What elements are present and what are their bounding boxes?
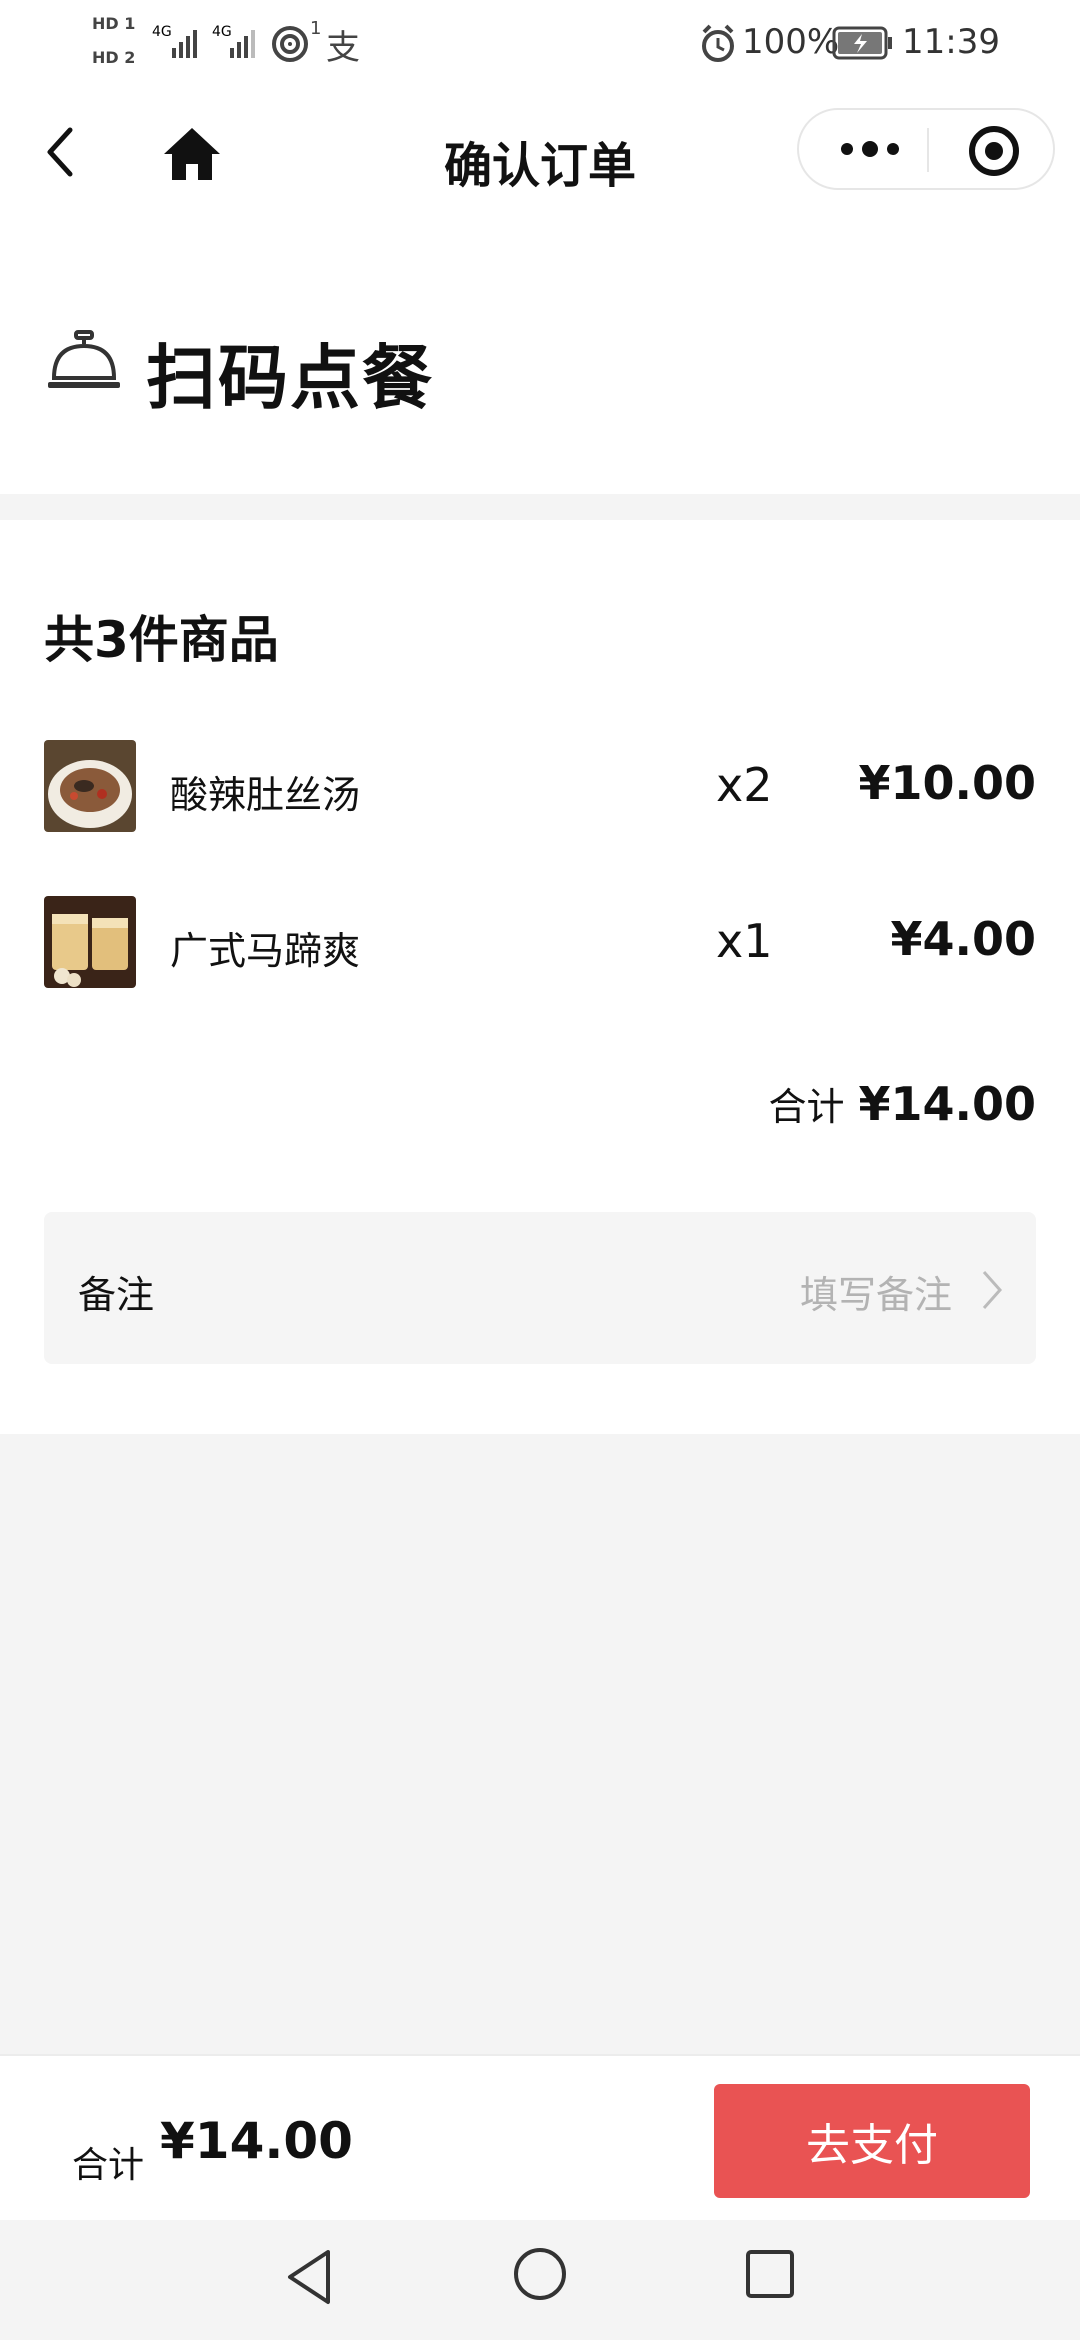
item-name: 酸辣肚丝汤 [170, 773, 361, 817]
pay-total-value: ¥14.00 [160, 2112, 353, 2170]
item-qty: x1 [716, 914, 773, 968]
scan-title: 扫码点餐 [146, 337, 434, 419]
note-row[interactable]: 备注 填写备注 [44, 1212, 1036, 1364]
item-price: ¥10.00 [858, 756, 1036, 810]
hd2-label: HD 2 [92, 48, 136, 67]
more-icon[interactable] [833, 128, 907, 170]
clock: 11:39 [902, 22, 1000, 62]
pay-total-label: 合计 [72, 2145, 145, 2186]
hd1-label: HD 1 [92, 14, 136, 33]
note-label: 备注 [78, 1273, 155, 1317]
signal-icon: 4G 4G [150, 20, 270, 68]
items-count: 共3件商品 [44, 611, 279, 669]
drink-thumbnail [44, 896, 136, 988]
nav-bar: 确认订单 [0, 88, 1080, 218]
status-bar: HD 1 HD 2 4G 4G 1 支 100% 11:39 [0, 0, 1080, 88]
item-qty: x2 [716, 758, 773, 812]
net2-text: 4G [212, 24, 232, 40]
recents-square-icon[interactable] [742, 2246, 798, 2302]
net1-text: 4G [152, 24, 172, 40]
list-item: 酸辣肚丝汤 x2 ¥10.00 [0, 740, 1080, 832]
pay-button[interactable]: 去支付 [714, 2084, 1030, 2198]
back-triangle-icon[interactable] [282, 2246, 336, 2308]
order-card: 共3件商品 酸辣肚丝汤 x2 ¥10.00 广式马蹄爽 x1 ¥4.00 合计 … [0, 520, 1080, 1434]
capsule-divider [927, 128, 929, 172]
item-name: 广式马蹄爽 [170, 929, 361, 973]
alipay-glyph: 支 [326, 28, 360, 68]
system-nav-bar [0, 2220, 1080, 2340]
list-item: 广式马蹄爽 x1 ¥4.00 [0, 896, 1080, 988]
scan-order-section: 扫码点餐 [0, 218, 1080, 494]
bell-icon [44, 328, 124, 398]
order-subtotal: 合计 ¥14.00 [768, 1076, 1036, 1131]
alarm-icon [698, 22, 738, 70]
mini-program-capsule [797, 108, 1055, 190]
soup-thumbnail [44, 740, 136, 832]
item-price: ¥4.00 [890, 912, 1036, 966]
target-icon[interactable] [967, 124, 1021, 178]
home-circle-icon[interactable] [512, 2246, 568, 2302]
pay-bar: 合计 ¥14.00 去支付 [0, 2054, 1080, 2220]
chevron-right-icon [976, 1268, 1006, 1312]
battery-icon [832, 24, 894, 68]
note-placeholder: 填写备注 [799, 1273, 952, 1317]
hotspot-count: 1 [310, 18, 322, 39]
subtotal-label: 合计 [768, 1085, 845, 1129]
battery-percent: 100% [742, 22, 840, 62]
subtotal-value: ¥14.00 [858, 1077, 1036, 1131]
